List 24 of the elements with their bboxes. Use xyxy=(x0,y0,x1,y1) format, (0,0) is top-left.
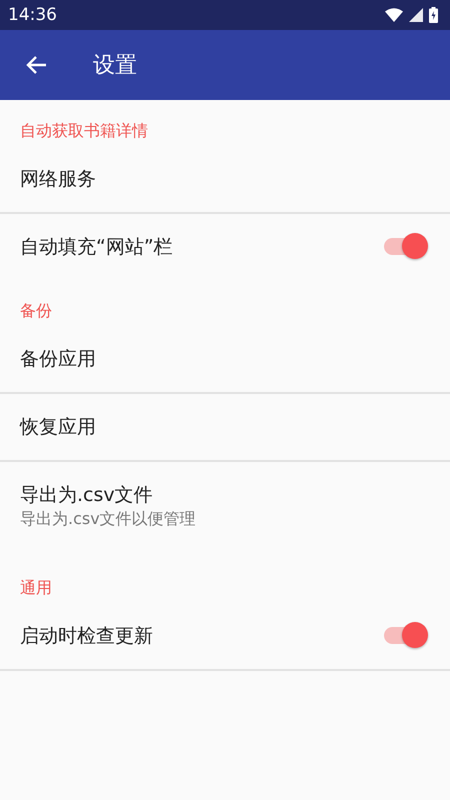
section-header: 自动获取书籍详情 xyxy=(19,120,149,142)
item-title: 恢复应用 xyxy=(20,415,97,440)
section-header: 通用 xyxy=(19,577,53,599)
item-title: 网络服务 xyxy=(20,167,97,192)
screen-title: 设置 xyxy=(93,52,137,80)
cell-signal-icon xyxy=(409,8,423,22)
item-title: 导出为.csv文件 xyxy=(20,483,154,508)
settings-item[interactable]: 启动时检查更新 xyxy=(0,603,450,669)
settings-item[interactable]: 网络服务 xyxy=(0,146,450,212)
section-header: 备份 xyxy=(19,300,53,322)
settings-item[interactable]: 备份应用 xyxy=(0,326,450,392)
wifi-icon xyxy=(385,8,403,22)
settings-item[interactable]: 自动填充“网站”栏 xyxy=(0,214,450,280)
item-title: 自动填充“网站”栏 xyxy=(20,235,174,260)
battery-icon xyxy=(429,7,438,23)
back-arrow-icon[interactable] xyxy=(25,55,47,75)
toggle-switch[interactable] xyxy=(382,233,428,261)
item-title: 启动时检查更新 xyxy=(20,624,154,649)
settings-item[interactable]: 导出为.csv文件 导出为.csv文件以便管理 xyxy=(0,462,450,557)
item-summary: 导出为.csv文件以便管理 xyxy=(20,508,197,530)
status-time: 14:36 xyxy=(8,5,57,25)
settings-item[interactable]: 恢复应用 xyxy=(0,394,450,460)
item-title: 备份应用 xyxy=(20,347,97,372)
toggle-switch[interactable] xyxy=(382,622,428,650)
